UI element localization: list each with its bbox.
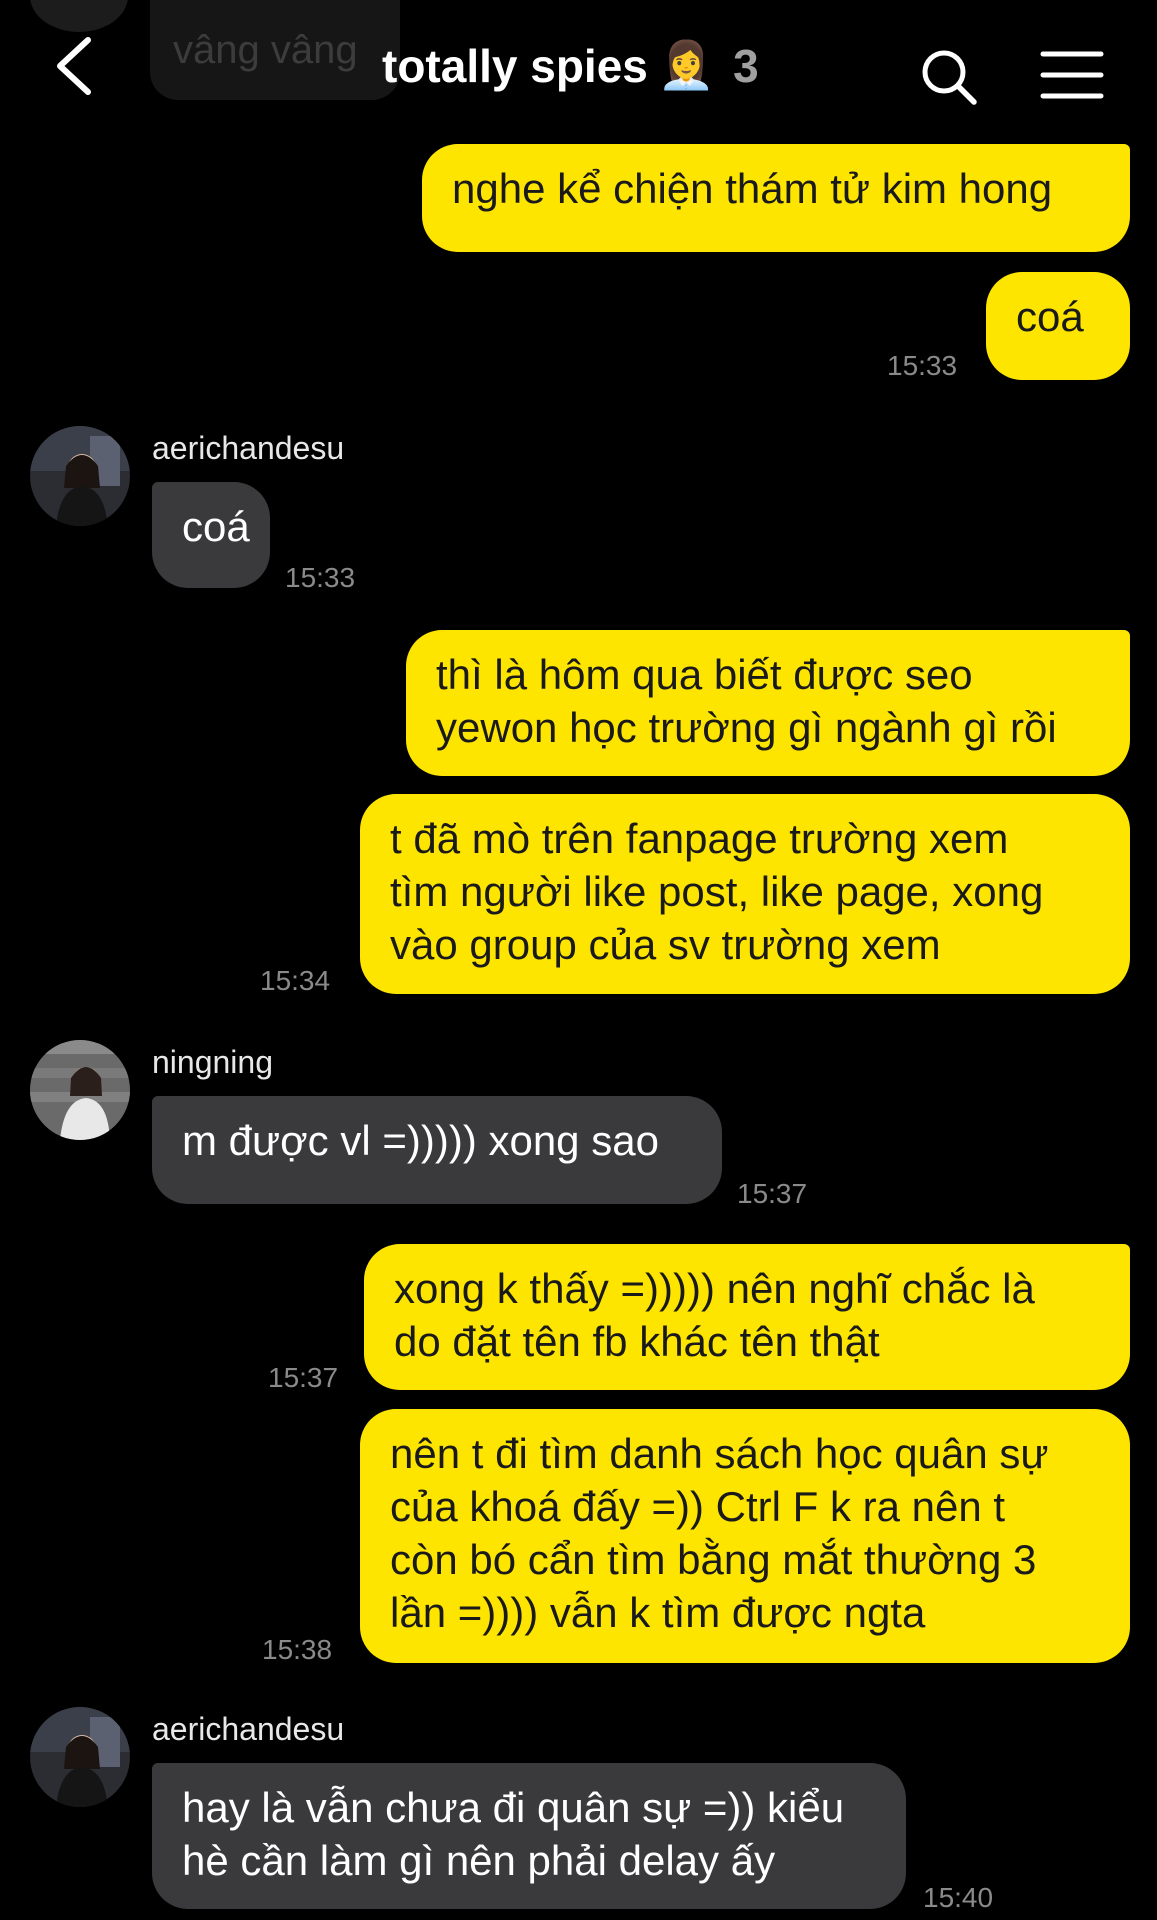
chat-name: totally spies (382, 39, 648, 92)
timestamp: 15:38 (262, 1634, 333, 1665)
timestamp: 15:33 (887, 350, 958, 381)
outgoing-message[interactable]: xong k thấy =))))) nên nghĩ chắc là do đ… (364, 1244, 1130, 1390)
member-count: 3 (733, 39, 759, 92)
timestamp: 15:37 (737, 1178, 808, 1209)
message-line: vào group của sv trường xem (390, 921, 941, 968)
sender-name: aerichandesu (152, 430, 345, 466)
partial-avatar (30, 0, 128, 32)
timestamp: 15:37 (268, 1362, 339, 1393)
outgoing-message[interactable]: nên t đi tìm danh sách học quân sự của k… (360, 1409, 1130, 1663)
message-line: hè cần làm gì nên phải delay ấy (182, 1837, 776, 1884)
menu-icon[interactable] (1040, 50, 1104, 100)
avatar[interactable] (30, 1707, 130, 1807)
outgoing-message[interactable]: nghe kể chiện thám tử kim hong (422, 144, 1130, 252)
message-line: t đã mò trên fanpage trường xem (390, 815, 1009, 862)
timestamp: 15:34 (260, 965, 331, 996)
avatar[interactable] (30, 426, 130, 526)
message-line: của khoá đấy =)) Ctrl F k ra nên t (390, 1483, 1006, 1530)
message-line: lần =)))) vẫn k tìm được ngta (390, 1589, 926, 1636)
outgoing-message[interactable]: thì là hôm qua biết được seo yewon học t… (406, 630, 1130, 776)
message-line: nghe kể chiện thám tử kim hong (452, 165, 1053, 212)
title-emoji: 👩‍💼 (657, 39, 716, 91)
partial-message-text: vâng vâng (173, 28, 358, 72)
message-line: hay là vẫn chưa đi quân sự =)) kiểu (182, 1784, 845, 1831)
message-line: nên t đi tìm danh sách học quân sự (390, 1430, 1049, 1477)
incoming-message[interactable]: m được vl =))))) xong sao (152, 1096, 722, 1204)
timestamp: 15:33 (285, 562, 356, 593)
message-line: coá (182, 503, 250, 550)
chat-title[interactable]: totally spies 👩‍💼 3 (382, 38, 759, 93)
sender-name: ningning (152, 1044, 273, 1080)
timestamp: 15:40 (923, 1882, 994, 1913)
sender-name: aerichandesu (152, 1711, 345, 1747)
message-line: coá (1016, 293, 1084, 340)
message-line: thì là hôm qua biết được seo (436, 651, 973, 698)
outgoing-message[interactable]: t đã mò trên fanpage trường xem tìm ngườ… (360, 794, 1130, 994)
avatar[interactable] (30, 1040, 130, 1140)
outgoing-message[interactable]: coá (986, 272, 1130, 380)
search-icon[interactable] (920, 48, 980, 108)
back-chevron-icon[interactable] (52, 36, 96, 96)
message-line: yewon học trường gì ngành gì rồi (436, 704, 1057, 751)
message-line: tìm người like post, like page, xong (390, 868, 1044, 915)
message-line: còn bó cẩn tìm bằng mắt thường 3 (390, 1536, 1037, 1583)
message-line: xong k thấy =))))) nên nghĩ chắc là (394, 1265, 1035, 1312)
message-line: do đặt tên fb khác tên thật (394, 1318, 880, 1365)
message-line: m được vl =))))) xong sao (182, 1117, 659, 1164)
incoming-message[interactable]: hay là vẫn chưa đi quân sự =)) kiểu hè c… (152, 1763, 906, 1909)
incoming-message[interactable]: coá (152, 482, 270, 588)
